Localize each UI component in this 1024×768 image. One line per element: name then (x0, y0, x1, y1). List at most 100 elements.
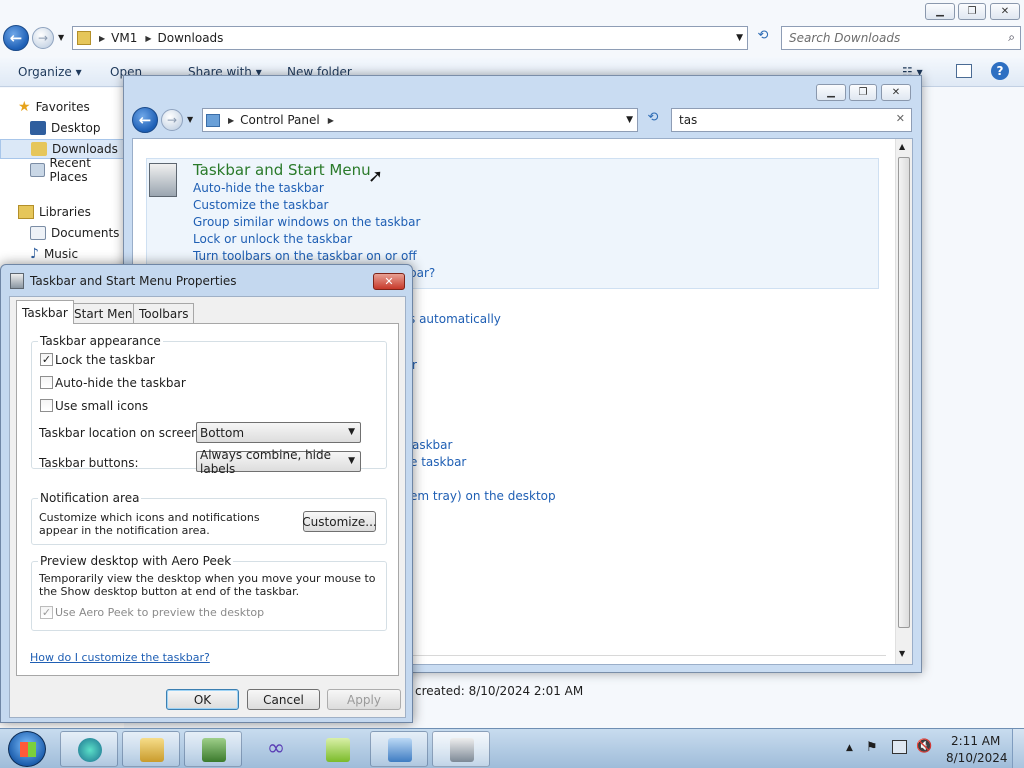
windows-logo-icon (20, 742, 36, 757)
scroll-down-icon[interactable]: ▼ (899, 649, 905, 658)
close-button[interactable]: ✕ (990, 3, 1020, 20)
dialog-body: Taskbar Start Menu Toolbars Taskbar appe… (9, 296, 406, 718)
breadcrumb-vm1[interactable]: VM1 (111, 31, 137, 45)
lock-taskbar-checkbox[interactable]: ✓ (40, 353, 53, 366)
forward-arrow-icon: → (166, 113, 178, 127)
clock-date[interactable]: 8/10/2024 (946, 751, 1008, 765)
aero-text: Temporarily view the desktop when you mo… (39, 572, 376, 598)
back-button[interactable]: ← (3, 25, 29, 51)
cp-back-button[interactable]: ← (132, 107, 158, 133)
taskbar-explorer[interactable] (122, 731, 180, 767)
libraries-icon (18, 205, 34, 219)
task-lock-unlock[interactable]: Lock or unlock the taskbar (193, 232, 352, 246)
cp-forward-button[interactable]: → (161, 109, 183, 131)
show-hidden-icons-icon[interactable]: ▲ (846, 743, 853, 753)
breadcrumb-control-panel[interactable]: Control Panel (240, 113, 320, 127)
clear-search-icon[interactable]: ✕ (896, 112, 905, 125)
forward-button[interactable]: → (32, 27, 54, 49)
cp-minimize-button[interactable]: ▁ (816, 84, 846, 101)
nav-desktop[interactable]: Desktop (0, 118, 124, 138)
search-input[interactable]: Search Downloads ⌕ (781, 26, 1021, 50)
buttons-select[interactable]: Always combine, hide labels ▼ (196, 448, 361, 476)
location-select[interactable]: Bottom ▼ (196, 422, 361, 443)
address-dropdown-icon[interactable]: ▼ (736, 33, 743, 43)
address-dropdown-icon[interactable]: ▼ (626, 115, 633, 125)
tab-toolbars[interactable]: Toolbars (133, 303, 195, 323)
task-group-similar[interactable]: Group similar windows on the taskbar (193, 215, 420, 229)
auto-hide-checkbox[interactable] (40, 376, 53, 389)
organize-button[interactable]: Organize ▾ (18, 65, 82, 79)
task-customize[interactable]: Customize the taskbar (193, 198, 328, 212)
action-center-flag-icon[interactable]: ⚑ (866, 740, 878, 755)
folder-icon (140, 738, 164, 762)
search-icon[interactable]: ⌕ (1008, 30, 1015, 45)
nav-documents[interactable]: Documents (0, 223, 124, 243)
taskbar-app-infinity[interactable]: ∞ (246, 731, 304, 767)
customize-button[interactable]: Customize... (302, 511, 377, 532)
star-icon: ★ (18, 99, 31, 115)
aero-peek-label: Use Aero Peek to preview the desktop (55, 606, 265, 619)
taskbar-device-manager[interactable] (184, 731, 242, 767)
help-icon[interactable]: ? (991, 62, 1009, 80)
infinity-icon: ∞ (266, 736, 286, 761)
cp-recent-pages-icon[interactable]: ▼ (187, 115, 193, 124)
breadcrumb-downloads[interactable]: Downloads (158, 31, 224, 45)
small-icons-checkbox[interactable] (40, 399, 53, 412)
music-icon: ♪ (30, 246, 39, 262)
restore-button[interactable]: ❐ (958, 3, 986, 20)
preview-pane-icon[interactable] (956, 64, 972, 78)
cp-close-button[interactable]: ✕ (881, 84, 911, 101)
lock-taskbar-label[interactable]: Lock the taskbar (55, 353, 155, 367)
recent-places-icon (30, 163, 45, 177)
taskbar-start-menu-icon (149, 163, 177, 197)
breadcrumb-separator-icon: ▶ (99, 33, 106, 43)
start-button[interactable] (8, 731, 46, 767)
taskbar-properties-dialog: Taskbar and Start Menu Properties ✕ Task… (0, 264, 413, 723)
tab-taskbar[interactable]: Taskbar (16, 300, 74, 324)
auto-hide-label[interactable]: Auto-hide the taskbar (55, 376, 186, 390)
network-icon[interactable] (892, 740, 907, 754)
cancel-button[interactable]: Cancel (247, 689, 320, 710)
taskbar-media-player[interactable] (60, 731, 118, 767)
task-toolbars[interactable]: Turn toolbars on the taskbar on or off (193, 249, 417, 263)
volume-muted-icon[interactable]: 🔇 (916, 739, 932, 754)
minimize-button[interactable]: ▁ (925, 3, 955, 20)
partial-link[interactable]: askbar (412, 438, 452, 452)
cp-refresh-icon[interactable]: ⟲ (642, 110, 664, 130)
cp-restore-button[interactable]: ❐ (849, 84, 877, 101)
dialog-app-icon (10, 273, 24, 289)
task-auto-hide[interactable]: Auto-hide the taskbar (193, 181, 324, 195)
help-link[interactable]: How do I customize the taskbar? (30, 651, 210, 664)
partial-link[interactable]: s automatically (409, 312, 501, 326)
taskbar: ∞ ▲ ⚑ 🔇 2:11 AM 8/10/2024 (0, 728, 1024, 768)
taskbar-tab-panel: Taskbar appearance ✓ Lock the taskbar Au… (16, 323, 399, 676)
ok-button[interactable]: OK (166, 689, 239, 710)
dialog-close-button[interactable]: ✕ (373, 273, 405, 290)
cp-scrollbar[interactable]: ▲ ▼ (895, 139, 912, 664)
nav-libraries[interactable]: Libraries (0, 202, 124, 222)
show-desktop-button[interactable] (1012, 729, 1024, 768)
cp-search-input[interactable]: tas ✕ (671, 108, 912, 132)
taskbar-control-panel[interactable] (370, 731, 428, 767)
group-taskbar-appearance: Taskbar appearance ✓ Lock the taskbar Au… (31, 334, 387, 476)
nav-recent-places[interactable]: Recent Places (0, 156, 124, 184)
clock-time[interactable]: 2:11 AM (951, 734, 1000, 748)
small-icons-label[interactable]: Use small icons (55, 399, 148, 413)
nav-favorites[interactable]: ★ Favorites (0, 97, 124, 117)
refresh-icon[interactable]: ⟲ (752, 28, 774, 48)
taskbar-taskbar-properties[interactable] (432, 731, 490, 767)
scroll-thumb[interactable] (898, 157, 910, 628)
partial-link[interactable]: e taskbar (410, 455, 466, 469)
notification-text: Customize which icons and notifications … (39, 511, 260, 537)
taskbar-notepadpp[interactable] (308, 731, 366, 767)
result-title[interactable]: Taskbar and Start Menu (193, 161, 371, 179)
search-placeholder: Search Downloads (789, 31, 901, 45)
nav-music[interactable]: ♪ Music (0, 244, 124, 264)
notepad-plus-plus-icon (326, 738, 350, 762)
cp-address-bar[interactable]: ▶ Control Panel ▶ ▼ (202, 108, 638, 132)
group-title: Preview desktop with Aero Peek (38, 554, 234, 568)
partial-link[interactable]: em tray) on the desktop (410, 489, 556, 503)
address-bar[interactable]: ▶ VM1 ▶ Downloads ▼ (72, 26, 748, 50)
recent-pages-icon[interactable]: ▼ (58, 33, 64, 42)
scroll-up-icon[interactable]: ▲ (899, 142, 905, 151)
